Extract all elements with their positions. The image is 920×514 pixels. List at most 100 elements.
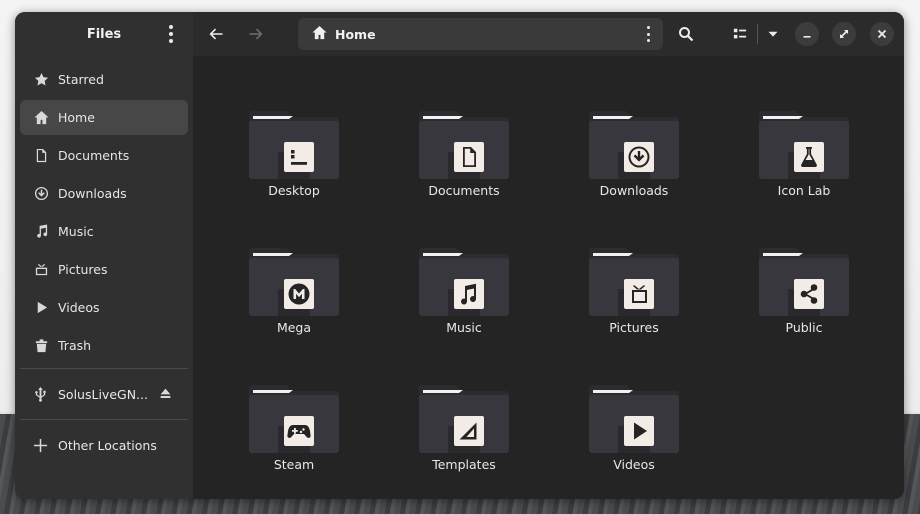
trash-icon [33,338,49,354]
folder-label: Mega [276,320,312,335]
view-switcher [729,23,782,45]
music-note-icon [33,224,49,240]
main-menu-button[interactable] [163,25,179,43]
sidebar-item-label: Documents [58,148,130,163]
content-area: Home Desktop Documents Downloads Icon La… [193,12,904,499]
download-icon [33,186,49,202]
chevron-down-icon [768,31,778,37]
mega-icon [284,279,314,309]
gamepad-icon [284,416,314,446]
star-icon [33,72,49,88]
folder-icon-lab[interactable]: Icon Lab [739,99,869,219]
folder-label: Icon Lab [777,183,831,198]
eject-icon[interactable] [159,387,172,403]
folder-documents[interactable]: Documents [399,99,529,219]
folder-grid: Desktop Documents Downloads Icon Lab Mega Mus… [193,56,904,499]
sidebar-separator [20,419,188,420]
search-button[interactable] [675,23,697,45]
folder-mega[interactable]: Mega [229,236,359,356]
sidebar-header: Files [15,12,193,56]
folder-steam[interactable]: Steam [229,373,359,493]
folder-pictures[interactable]: Pictures [569,236,699,356]
download-icon [624,142,654,172]
sidebar-item-trash[interactable]: Trash [20,328,188,363]
menu-dot-icon [646,32,650,36]
close-icon [877,29,887,39]
usb-icon [33,386,49,402]
sidebar-item-label: Home [58,110,95,125]
arrow-left-icon [209,28,223,40]
sidebar-item-documents[interactable]: Documents [20,138,188,173]
close-button[interactable] [870,22,894,46]
sidebar-item-videos[interactable]: Videos [20,290,188,325]
document-icon [33,148,49,164]
folder-label: Music [446,320,482,335]
view-separator [757,24,758,44]
sidebar-item-home[interactable]: Home [20,100,188,135]
share-icon [794,279,824,309]
sidebar-item-label: Downloads [58,186,127,201]
folder-music[interactable]: Music [399,236,529,356]
home-icon [312,25,327,44]
list-view-icon [733,28,747,39]
menu-dot-icon [646,26,650,29]
folder-videos[interactable]: Videos [569,373,699,493]
back-button[interactable] [205,23,227,45]
forward-button[interactable] [245,23,267,45]
sidebar-item-drive[interactable]: SolusLiveGN... [15,374,193,414]
picture-icon [624,279,654,309]
sidebar-item-music[interactable]: Music [20,214,188,249]
current-location: Home [335,26,376,42]
sidebar-separator [20,368,188,369]
plus-icon [33,438,49,453]
folder-templates[interactable]: Templates [399,373,529,493]
location-bar[interactable]: Home [298,18,663,50]
music-note-icon [454,279,484,309]
folder-label: Templates [432,457,496,472]
sidebar: Files Starred Home Documents Downloads Music… [15,12,193,499]
folder-desktop[interactable]: Desktop [229,99,359,219]
maximize-button[interactable] [832,22,856,46]
sidebar-item-label: SolusLiveGN... [58,386,148,402]
headerbar: Home [193,12,904,56]
sidebar-item-label: Trash [58,338,92,353]
view-mode-button[interactable] [729,23,751,45]
sidebar-item-starred[interactable]: Starred [20,62,188,97]
sidebar-item-other-locations[interactable]: Other Locations [15,425,193,465]
folder-downloads[interactable]: Downloads [569,99,699,219]
view-options-button[interactable] [764,23,782,45]
menu-dot-icon [169,25,173,29]
maximize-icon [840,30,848,38]
document-icon [454,142,484,172]
app-title: Files [86,26,122,42]
flask-icon [794,142,824,172]
template-icon [454,416,484,446]
folder-label: Videos [613,457,655,472]
play-icon [33,300,49,316]
folder-label: Public [785,320,823,335]
sidebar-item-pictures[interactable]: Pictures [20,252,188,287]
folder-label: Downloads [599,183,669,198]
sidebar-item-downloads[interactable]: Downloads [20,176,188,211]
sidebar-item-label: Other Locations [58,437,157,453]
sidebar-item-label: Music [58,224,94,239]
minimize-button[interactable] [795,22,819,46]
terminal-icon [284,142,314,172]
play-icon [624,416,654,446]
files-window: Files Starred Home Documents Downloads Music… [15,12,904,499]
places-list: Starred Home Documents Downloads Music Pictur… [15,56,193,363]
home-icon [33,110,49,126]
menu-dot-icon [169,32,173,36]
location-menu-button[interactable] [643,26,653,42]
picture-icon [33,262,49,278]
sidebar-item-label: Videos [58,300,100,315]
folder-public[interactable]: Public [739,236,869,356]
search-icon [679,27,694,42]
folder-label: Pictures [609,320,659,335]
sidebar-item-label: Starred [58,72,104,87]
folder-label: Documents [428,183,500,198]
minimize-icon [803,36,811,38]
sidebar-item-label: Pictures [58,262,108,277]
folder-label: Steam [273,457,315,472]
menu-dot-icon [646,39,650,42]
